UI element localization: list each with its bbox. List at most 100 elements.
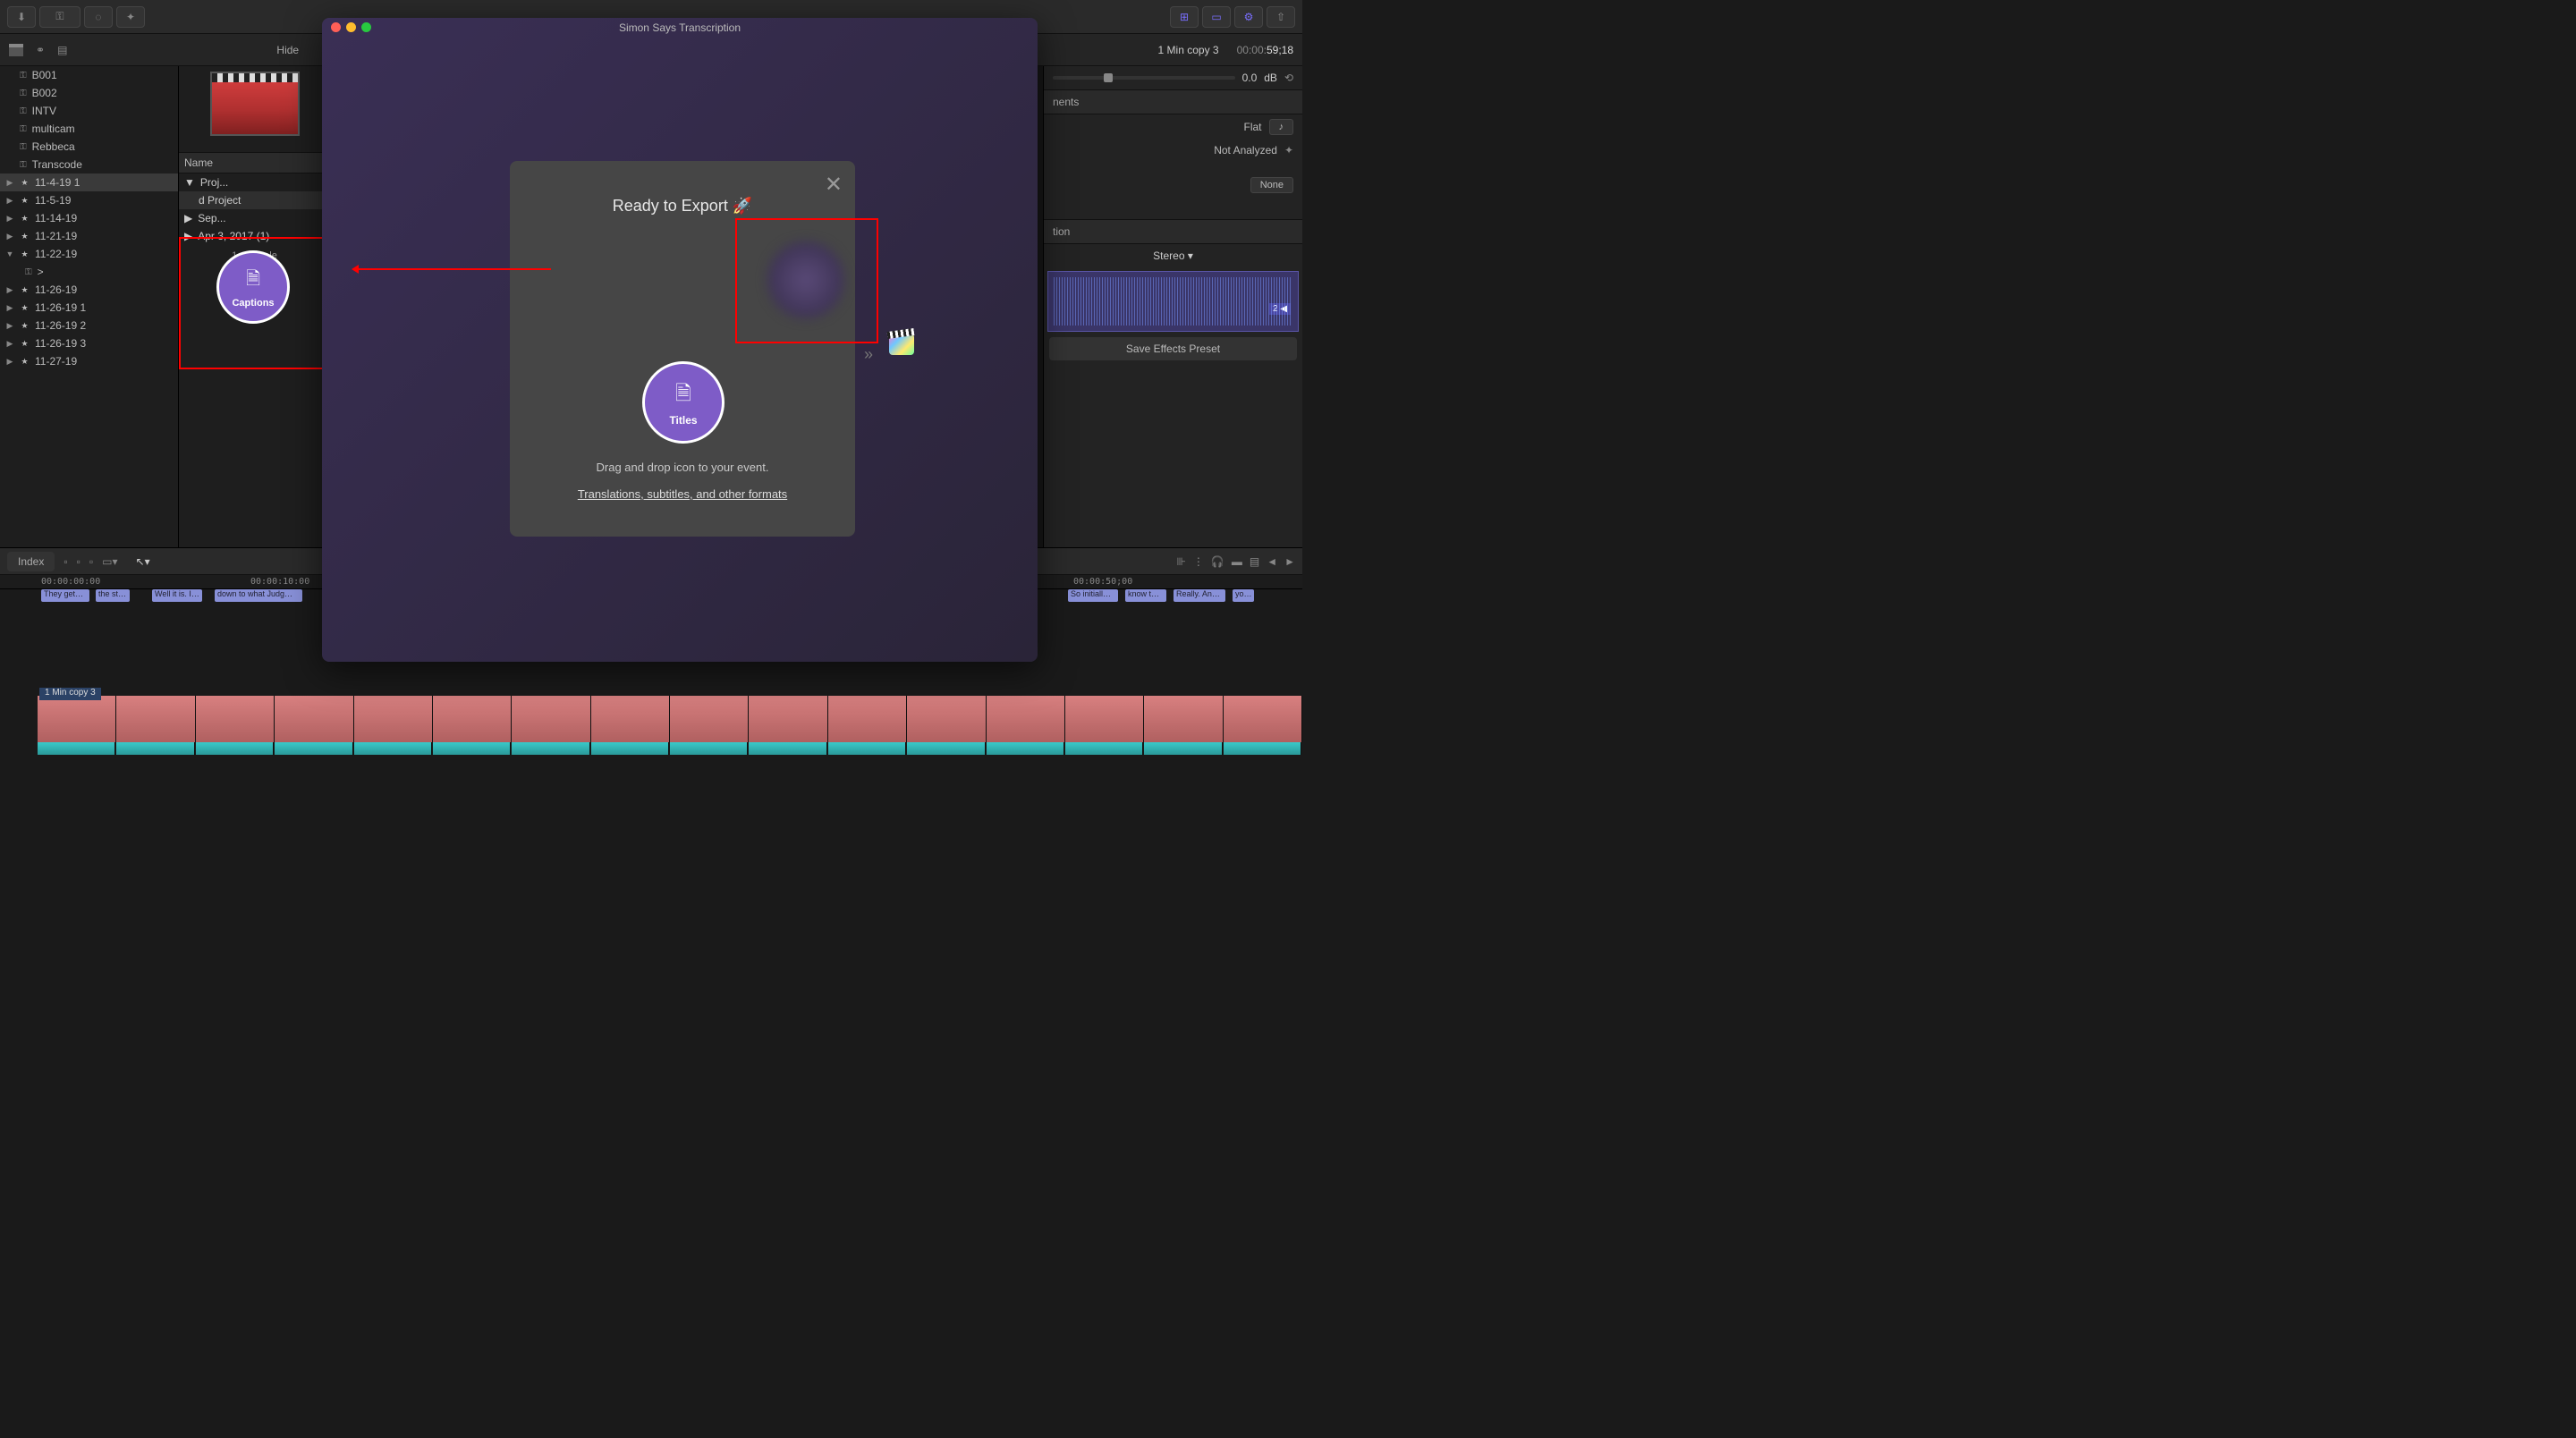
event-11-26-19-2[interactable]: ▶★11-26-19 2 [0, 317, 178, 334]
event-11-26-19-1[interactable]: ▶★11-26-19 1 [0, 299, 178, 317]
eq-button[interactable]: ♪ [1269, 119, 1294, 135]
close-icon[interactable]: ✕ [825, 172, 843, 198]
snap-icon[interactable]: ⊪ [1176, 555, 1185, 568]
video-clip[interactable] [38, 696, 1302, 742]
link-icon[interactable]: ⚭ [36, 44, 45, 56]
simon-says-window: Simon Says Transcription ✕ Ready to Expo… [322, 18, 1038, 662]
browser-name-header[interactable]: Name [179, 152, 330, 173]
caption-clip[interactable]: the st… [96, 589, 130, 602]
clip-appearance-icon[interactable]: ▤ [1250, 555, 1259, 568]
caption-clip[interactable]: down to what Judg… [215, 589, 302, 602]
tool-icon[interactable]: ▭▾ [102, 555, 117, 568]
dragging-icon[interactable] [767, 241, 844, 318]
list-item[interactable]: ▶Sep... [179, 209, 330, 227]
project-name: 1 Min copy 3 [1158, 44, 1219, 56]
enhance-button[interactable]: ✦ [116, 6, 145, 28]
minimize-icon[interactable] [346, 22, 356, 32]
tool-icon[interactable]: ▫ [89, 555, 93, 568]
tool-icon[interactable]: ▫ [77, 555, 80, 568]
list-item[interactable]: ▶Apr 3, 2017 (1) [179, 227, 330, 245]
nav-back-icon[interactable]: ◄ [1267, 555, 1277, 568]
ruler-tick: 00:00:00:00 [41, 577, 100, 587]
final-cut-icon [889, 334, 925, 362]
import-button[interactable]: ⬇ [7, 6, 36, 28]
tool-icon[interactable]: ▫ [64, 555, 67, 568]
pan-mode[interactable]: None [1250, 177, 1293, 193]
clip-thumbnail[interactable] [210, 72, 300, 136]
list-item[interactable]: d Project [179, 191, 330, 209]
titles-export-icon[interactable]: 🗎 Titles [642, 361, 724, 444]
caption-clip[interactable]: yo… [1233, 589, 1254, 602]
volume-slider[interactable] [1053, 76, 1235, 80]
analyze-icon[interactable]: ✦ [1284, 144, 1293, 156]
audio-waveform[interactable]: 2 ◀ [1047, 271, 1299, 332]
compound-clip-label[interactable]: 1 Min copy 3 [39, 688, 101, 700]
channel-badge: 2 ◀ [1269, 303, 1291, 315]
inspector-section: nents [1044, 89, 1302, 114]
event-11-26-19-3[interactable]: ▶★11-26-19 3 [0, 334, 178, 352]
event-11-22-19[interactable]: ▼★11-22-19 [0, 245, 178, 263]
audio-config-header: tion [1044, 219, 1302, 244]
event-11-4-19-1[interactable]: ▶★11-4-19 1 [0, 173, 178, 191]
db-slider-row: 0.0 dB ⟲ [1044, 66, 1302, 89]
sub-keyword[interactable]: ⚿> [0, 263, 178, 281]
library-sidebar: ⚿B001 ⚿B002 ⚿INTV ⚿multicam ⚿Rebbeca ⚿Tr… [0, 66, 179, 547]
caption-clip[interactable]: Really. An… [1174, 589, 1225, 602]
reset-icon[interactable]: ⟲ [1284, 72, 1293, 84]
maximize-icon[interactable] [361, 22, 371, 32]
list-item[interactable]: ▼Proj... [179, 173, 330, 191]
keyword-button[interactable]: ⚿ [39, 6, 80, 28]
document-icon: 🗎 [675, 378, 691, 412]
keyword-b002[interactable]: ⚿B002 [0, 84, 178, 102]
ruler-tick: 00:00:10:00 [250, 577, 309, 587]
close-icon[interactable] [331, 22, 341, 32]
keyword-intv[interactable]: ⚿INTV [0, 102, 178, 120]
caption-clip[interactable]: Well it is. I… [152, 589, 202, 602]
annotation-arrow [354, 268, 551, 270]
event-11-27-19[interactable]: ▶★11-27-19 [0, 352, 178, 370]
modal-title: Simon Says Transcription [619, 21, 741, 34]
event-11-5-19[interactable]: ▶★11-5-19 [0, 191, 178, 209]
index-button[interactable]: Index [7, 552, 55, 571]
arrows-icon: » [864, 345, 873, 364]
caption-clip[interactable]: know t… [1125, 589, 1166, 602]
event-11-14-19[interactable]: ▶★11-14-19 [0, 209, 178, 227]
export-instructions: Drag and drop icon to your event. [510, 461, 855, 474]
document-icon: 🗎 [246, 266, 260, 296]
export-card: ✕ Ready to Export 🚀 » 🗎 Titles Drag and … [510, 161, 855, 537]
headphones-icon[interactable]: 🎧 [1211, 555, 1224, 568]
clapper-icon[interactable] [9, 44, 23, 56]
browser-toggle[interactable]: ⊞ [1170, 6, 1199, 28]
other-formats-link[interactable]: Translations, subtitles, and other forma… [510, 487, 855, 501]
event-11-26-19[interactable]: ▶★11-26-19 [0, 281, 178, 299]
keyword-transcode[interactable]: ⚿Transcode [0, 156, 178, 173]
event-11-21-19[interactable]: ▶★11-21-19 [0, 227, 178, 245]
ruler-tick: 00:00:50;00 [1073, 577, 1132, 587]
titles-label: Titles [669, 414, 697, 427]
keyword-rebbeca[interactable]: ⚿Rebbeca [0, 138, 178, 156]
keyword-multicam[interactable]: ⚿multicam [0, 120, 178, 138]
timecode-display: 00:00:59;18 [1237, 44, 1293, 56]
hide-label[interactable]: Hide [276, 44, 299, 56]
caption-clip[interactable]: They get… [41, 589, 89, 602]
stereo-dropdown[interactable]: Stereo ▾ [1153, 250, 1193, 262]
skimming-icon[interactable]: ⋮ [1193, 555, 1204, 568]
inspector-panel: 0.0 dB ⟲ nents Flat ♪ Not Analyzed ✦ Non… [1043, 66, 1302, 547]
export-title: Ready to Export 🚀 [510, 197, 855, 216]
caption-clip[interactable]: So initiall… [1068, 589, 1118, 602]
timeline-toggle[interactable]: ▭ [1202, 6, 1231, 28]
share-button[interactable]: ⇧ [1267, 6, 1295, 28]
annotation-red-box [735, 218, 878, 343]
nav-fwd-icon[interactable]: ► [1284, 555, 1295, 568]
background-tasks-button[interactable]: ◌ [84, 6, 113, 28]
modal-titlebar[interactable]: Simon Says Transcription [322, 18, 1038, 38]
db-unit: dB [1264, 72, 1277, 84]
inspector-toggle[interactable]: ⚙ [1234, 6, 1263, 28]
captions-label: Captions [232, 298, 274, 309]
keyword-b001[interactable]: ⚿B001 [0, 66, 178, 84]
arrow-tool[interactable]: ↖▾ [136, 555, 150, 568]
save-effects-preset-button[interactable]: Save Effects Preset [1049, 337, 1297, 360]
media-icon[interactable]: ▤ [57, 44, 67, 56]
captions-export-icon[interactable]: 🗎 Captions [216, 250, 290, 324]
solo-icon[interactable]: ▬ [1232, 555, 1242, 568]
